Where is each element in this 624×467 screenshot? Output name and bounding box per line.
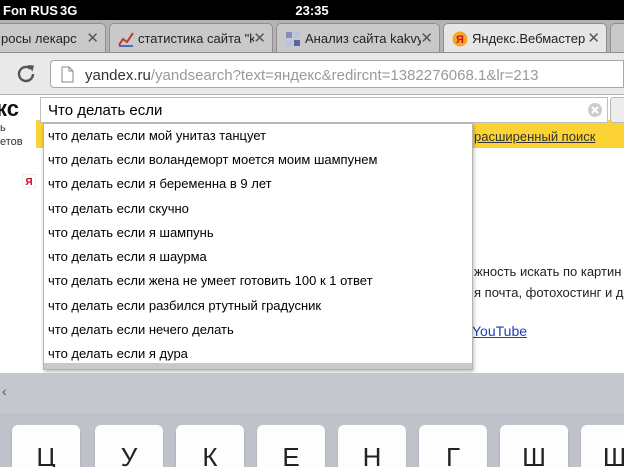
promo-text: жность искать по картин [474,264,622,279]
grid-icon [286,32,300,46]
tab-statistika[interactable]: статистика сайта "k ✕ [109,23,273,52]
tab-yandex-webmaster[interactable]: Я Яндекс.Вебмастер ✕ [443,23,607,52]
close-icon[interactable]: ✕ [253,29,266,47]
suggest-footer [44,363,472,369]
search-input[interactable]: Что делать если [40,97,608,123]
youtube-link[interactable]: YouTube [472,323,527,339]
search-button[interactable] [610,97,624,123]
tab-title: статистика сайта "k [138,31,254,46]
suggest-item[interactable]: что делать если мой унитаз танцует [48,128,266,148]
status-bar: Fon RUS 3G 23:35 [0,0,624,20]
reload-icon[interactable] [14,62,38,86]
advanced-search-link[interactable]: расширенный поиск [474,129,595,144]
key[interactable]: Ц [12,425,80,467]
suggest-item[interactable]: что делать если я беременна в 9 лет [48,176,272,196]
tab-strip: росы лекарств ✕ статистика сайта "k ✕ Ан… [0,20,624,53]
browser-toolbar: yandex.ru/yandsearch?text=яндекс&redircn… [0,53,624,95]
logo-caption: ь [0,122,6,134]
close-icon[interactable]: ✕ [86,29,99,47]
suggest-item[interactable]: что делать если скучно [48,201,189,221]
close-icon[interactable]: ✕ [420,29,433,47]
logo-caption: етов [0,136,23,148]
tab-partial[interactable] [610,23,624,52]
yandex-icon: Я [452,31,468,47]
svg-text:Я: Я [25,177,32,188]
status-clock: 23:35 [295,3,329,18]
key[interactable]: Г [419,425,487,467]
key[interactable]: У [95,425,163,467]
tab-lekarstva[interactable]: росы лекарств ✕ [0,23,106,52]
yandex-favicon-icon: Я [22,174,36,188]
tab-title: Яндекс.Вебмастер [472,31,586,46]
address-bar[interactable]: yandex.ru/yandsearch?text=яндекс&redircn… [50,60,624,88]
key[interactable]: Ш [500,425,568,467]
onscreen-keyboard: Ц У К Е Н Г Ш Щ [0,413,624,467]
svg-text:Я: Я [456,34,464,46]
key[interactable]: Е [257,425,325,467]
search-value: Что делать если [48,102,163,119]
chart-icon [118,32,134,47]
key[interactable]: К [176,425,244,467]
url-host: yandex.ru [85,67,151,84]
keyboard-hide-icon[interactable]: ‹ [2,383,7,399]
promo-text: я почта, фотохостинг и д [474,285,624,300]
suggest-item[interactable]: что делать если я шаурма [48,249,207,269]
tab-title: росы лекарств [1,31,77,46]
suggest-item[interactable]: что делать если жена не умеет готовить 1… [48,273,373,293]
search-suggest-dropdown: что делать если мой унитаз танцует что д… [43,123,473,370]
yandex-logo[interactable]: кс [0,96,19,122]
tab-title: Анализ сайта kakvy [305,31,421,46]
page-icon [61,66,74,83]
tab-analiz[interactable]: Анализ сайта kakvy ✕ [276,23,440,52]
suggest-item[interactable]: что делать если разбился ртутный градусн… [48,298,321,318]
key[interactable]: Н [338,425,406,467]
clear-icon[interactable] [587,102,603,118]
url-path: /yandsearch?text=яндекс&redircnt=1382276… [150,67,539,84]
close-icon[interactable]: ✕ [587,29,600,47]
suggest-item[interactable]: что делать если нечего делать [48,322,234,342]
url-text[interactable]: yandex.ru/yandsearch?text=яндекс&redircn… [85,67,538,84]
suggest-item[interactable]: что делать если воландеморт моется моим … [48,152,377,172]
key[interactable]: Щ [581,425,624,467]
keyboard-accessory-bar: ‹ [0,373,624,413]
suggest-item[interactable]: что делать если я шампунь [48,225,214,245]
